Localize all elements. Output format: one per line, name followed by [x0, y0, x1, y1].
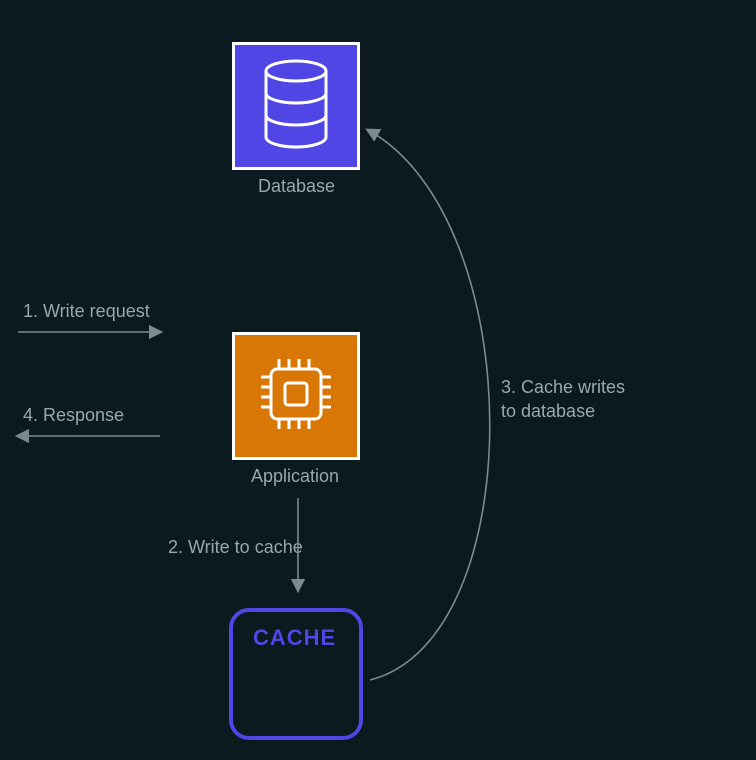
arrows-overlay — [0, 0, 756, 760]
application-label: Application — [251, 466, 339, 487]
step-1-label: 1. Write request — [23, 299, 150, 323]
application-node — [232, 332, 360, 460]
step-3-label: 3. Cache writes to database — [501, 375, 625, 424]
step-4-label: 4. Response — [23, 403, 124, 427]
step-2-label: 2. Write to cache — [168, 535, 303, 559]
database-label: Database — [258, 176, 335, 197]
cache-label: CACHE — [253, 625, 336, 651]
cpu-icon — [251, 349, 341, 444]
database-node — [232, 42, 360, 170]
database-icon — [260, 59, 332, 154]
